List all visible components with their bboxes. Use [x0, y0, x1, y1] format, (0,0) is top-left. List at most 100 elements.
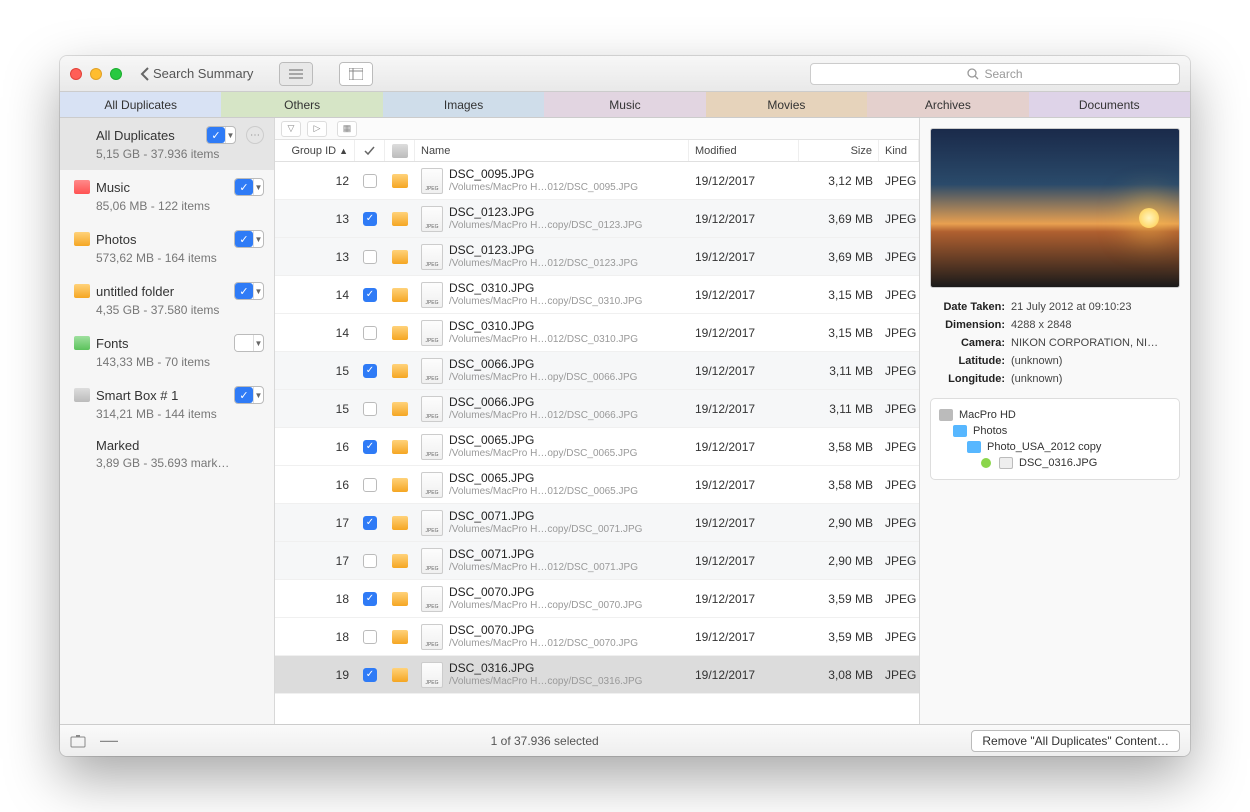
- filter-button[interactable]: ▽: [281, 121, 301, 137]
- sidebar-item-photos[interactable]: Photos✓▼573,62 MB - 164 items: [60, 222, 274, 274]
- window-controls: [70, 68, 122, 80]
- table-rows[interactable]: 12JPEGDSC_0095.JPG/Volumes/MacPro H…012/…: [275, 162, 919, 724]
- table-row[interactable]: 19✓JPEGDSC_0316.JPG/Volumes/MacPro H…cop…: [275, 656, 919, 694]
- tab-all-duplicates[interactable]: All Duplicates: [60, 92, 221, 117]
- file-name: DSC_0123.JPG: [449, 244, 638, 258]
- jpeg-icon: JPEG: [421, 396, 443, 422]
- cell-kind: JPEG: [879, 174, 919, 188]
- cell-kind: JPEG: [879, 516, 919, 530]
- row-checkbox[interactable]: ✓: [363, 440, 377, 454]
- remove-button[interactable]: Remove "All Duplicates" Content…: [971, 730, 1180, 752]
- table-row[interactable]: 17JPEGDSC_0071.JPG/Volumes/MacPro H…012/…: [275, 542, 919, 580]
- sidebar-item-subtitle: 314,21 MB - 144 items: [74, 407, 264, 421]
- table-row[interactable]: 16✓JPEGDSC_0065.JPG/Volumes/MacPro H…opy…: [275, 428, 919, 466]
- col-modified[interactable]: Modified: [689, 140, 799, 161]
- col-name[interactable]: Name: [415, 140, 689, 161]
- sidebar-item-fonts[interactable]: Fonts▼143,33 MB - 70 items: [60, 326, 274, 378]
- row-checkbox[interactable]: ✓: [363, 364, 377, 378]
- table-row[interactable]: 15JPEGDSC_0066.JPG/Volumes/MacPro H…012/…: [275, 390, 919, 428]
- tab-images[interactable]: Images: [383, 92, 544, 117]
- row-checkbox[interactable]: [363, 630, 377, 644]
- col-folder[interactable]: [385, 140, 415, 161]
- meta-row: Date Taken:21 July 2012 at 09:10:23: [930, 298, 1180, 316]
- row-checkbox[interactable]: [363, 326, 377, 340]
- table-row[interactable]: 12JPEGDSC_0095.JPG/Volumes/MacPro H…012/…: [275, 162, 919, 200]
- path-row[interactable]: Photos: [939, 423, 1171, 439]
- back-button[interactable]: Search Summary: [140, 66, 253, 81]
- col-size[interactable]: Size: [799, 140, 879, 161]
- path-row[interactable]: Photo_USA_2012 copy: [939, 439, 1171, 455]
- hdd-icon: [939, 409, 953, 421]
- table-row[interactable]: 13JPEGDSC_0123.JPG/Volumes/MacPro H…012/…: [275, 238, 919, 276]
- table-row[interactable]: 18JPEGDSC_0070.JPG/Volumes/MacPro H…012/…: [275, 618, 919, 656]
- add-source-icon[interactable]: [70, 734, 88, 748]
- row-checkbox[interactable]: [363, 402, 377, 416]
- tab-music[interactable]: Music: [544, 92, 705, 117]
- table-row[interactable]: 17✓JPEGDSC_0071.JPG/Volumes/MacPro H…cop…: [275, 504, 919, 542]
- cell-group-id: 16: [275, 478, 355, 492]
- view-list-button[interactable]: [280, 63, 312, 85]
- row-checkbox[interactable]: [363, 478, 377, 492]
- col-check[interactable]: [355, 140, 385, 161]
- view-segment-1[interactable]: [279, 62, 313, 86]
- sidebar-item-untitled-folder[interactable]: untitled folder✓▼4,35 GB - 37.580 items: [60, 274, 274, 326]
- sidebar-item-smart-box-1[interactable]: Smart Box # 1✓▼314,21 MB - 144 items: [60, 378, 274, 430]
- cell-size: 3,11 MB: [799, 364, 879, 378]
- tab-others[interactable]: Others: [221, 92, 382, 117]
- sidebar-item-marked[interactable]: Marked3,89 GB - 35.693 mark…: [60, 430, 274, 479]
- row-checkbox[interactable]: [363, 250, 377, 264]
- file-name: DSC_0065.JPG: [449, 472, 638, 486]
- folder-icon: [392, 364, 408, 378]
- file-path: /Volumes/MacPro H…012/DSC_0310.JPG: [449, 334, 638, 346]
- tab-documents[interactable]: Documents: [1029, 92, 1190, 117]
- row-checkbox[interactable]: [363, 174, 377, 188]
- gear-icon[interactable]: ⋯: [246, 126, 264, 144]
- meta-value: (unknown): [1011, 373, 1180, 385]
- jpeg-icon: JPEG: [421, 168, 443, 194]
- path-box: MacPro HDPhotosPhoto_USA_2012 copy DSC_03…: [930, 398, 1180, 480]
- sidebar-checkbox[interactable]: ▼: [234, 334, 264, 352]
- table-row[interactable]: 14✓JPEGDSC_0310.JPG/Volumes/MacPro H…cop…: [275, 276, 919, 314]
- grid-button[interactable]: ▦: [337, 121, 357, 137]
- table-row[interactable]: 16JPEGDSC_0065.JPG/Volumes/MacPro H…012/…: [275, 466, 919, 504]
- path-row[interactable]: MacPro HD: [939, 407, 1171, 423]
- file-name: DSC_0066.JPG: [449, 396, 638, 410]
- view-segment-2[interactable]: [339, 62, 373, 86]
- row-checkbox[interactable]: ✓: [363, 288, 377, 302]
- file-path: /Volumes/MacPro H…copy/DSC_0310.JPG: [449, 296, 642, 308]
- sidebar-checkbox[interactable]: ✓▼: [206, 126, 236, 144]
- row-checkbox[interactable]: ✓: [363, 668, 377, 682]
- path-row[interactable]: DSC_0316.JPG: [939, 455, 1171, 471]
- sidebar-checkbox[interactable]: ✓▼: [234, 282, 264, 300]
- table-row[interactable]: 14JPEGDSC_0310.JPG/Volumes/MacPro H…012/…: [275, 314, 919, 352]
- row-checkbox[interactable]: ✓: [363, 212, 377, 226]
- minimize-icon[interactable]: [90, 68, 102, 80]
- tab-movies[interactable]: Movies: [706, 92, 867, 117]
- cell-kind: JPEG: [879, 478, 919, 492]
- zoom-icon[interactable]: [110, 68, 122, 80]
- meta-value: 4288 x 2848: [1011, 319, 1180, 331]
- row-checkbox[interactable]: ✓: [363, 516, 377, 530]
- col-kind[interactable]: Kind: [879, 140, 919, 161]
- sidebar-checkbox[interactable]: ✓▼: [234, 386, 264, 404]
- row-checkbox[interactable]: ✓: [363, 592, 377, 606]
- sidebar-checkbox[interactable]: ✓▼: [234, 230, 264, 248]
- path-label: DSC_0316.JPG: [1019, 457, 1097, 469]
- sidebar-item-label: untitled folder: [96, 284, 228, 299]
- play-button[interactable]: ▷: [307, 121, 327, 137]
- tab-archives[interactable]: Archives: [867, 92, 1028, 117]
- table-row[interactable]: 13✓JPEGDSC_0123.JPG/Volumes/MacPro H…cop…: [275, 200, 919, 238]
- col-group-id[interactable]: Group ID ▲: [275, 140, 355, 161]
- row-checkbox[interactable]: [363, 554, 377, 568]
- cell-group-id: 12: [275, 174, 355, 188]
- view-columns-button[interactable]: [340, 63, 372, 85]
- sidebar-item-music[interactable]: Music✓▼85,06 MB - 122 items: [60, 170, 274, 222]
- sidebar-checkbox[interactable]: ✓▼: [234, 178, 264, 196]
- cell-size: 3,11 MB: [799, 402, 879, 416]
- remove-source-icon[interactable]: —: [100, 730, 118, 751]
- search-field[interactable]: Search: [810, 63, 1180, 85]
- sidebar-item-all-duplicates[interactable]: All Duplicates✓▼⋯5,15 GB - 37.936 items: [60, 118, 274, 170]
- close-icon[interactable]: [70, 68, 82, 80]
- table-row[interactable]: 18✓JPEGDSC_0070.JPG/Volumes/MacPro H…cop…: [275, 580, 919, 618]
- table-row[interactable]: 15✓JPEGDSC_0066.JPG/Volumes/MacPro H…opy…: [275, 352, 919, 390]
